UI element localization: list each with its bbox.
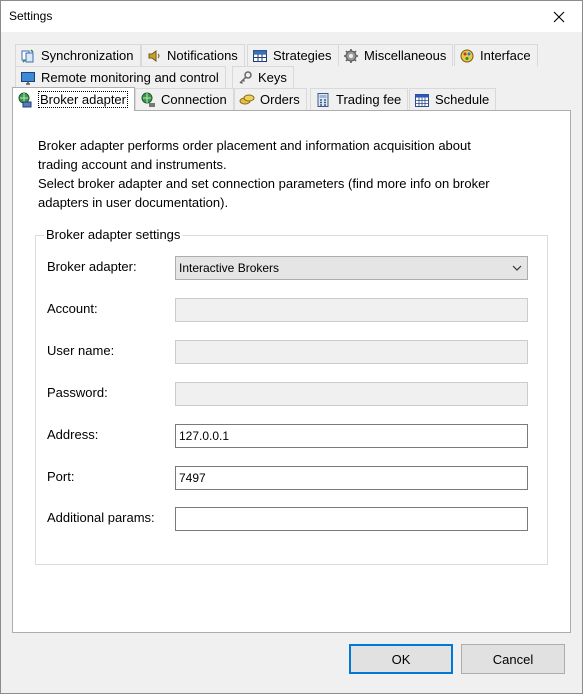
key-icon <box>239 70 252 84</box>
password-label: Password: <box>47 385 108 400</box>
tab-label: Synchronization <box>41 48 134 63</box>
tab-label: Schedule <box>435 92 490 107</box>
account-label: Account: <box>47 301 98 316</box>
broker-adapter-label: Broker adapter: <box>47 259 137 274</box>
tab-connection[interactable]: Connection <box>135 88 234 110</box>
description-line: trading account and instruments. <box>38 157 227 172</box>
description-line: adapters in user documentation). <box>38 195 229 210</box>
panel-description: Broker adapter performs order placement … <box>38 136 548 212</box>
tab-label: Miscellaneous <box>364 48 447 63</box>
calculator-icon <box>317 92 329 107</box>
tab-label: Keys <box>258 70 287 85</box>
tab-keys[interactable]: Keys <box>232 66 294 88</box>
group-title: Broker adapter settings <box>44 227 183 242</box>
tab-orders[interactable]: Orders <box>234 88 307 110</box>
tab-notifications[interactable]: Notifications <box>141 44 245 66</box>
tab-label: Trading fee <box>336 92 402 107</box>
additional-params-label: Additional params: <box>47 510 155 525</box>
chevron-down-icon <box>512 265 522 271</box>
additional-params-field[interactable] <box>175 507 528 531</box>
connection-icon <box>141 92 155 107</box>
cancel-button[interactable]: Cancel <box>461 644 565 674</box>
description-line: Broker adapter performs order placement … <box>38 138 471 153</box>
settings-window: Settings Synchronization Notifications S… <box>0 0 583 694</box>
ok-button[interactable]: OK <box>349 644 453 674</box>
monitor-icon <box>21 71 35 85</box>
gear-icon <box>344 48 358 63</box>
tab-label: Interface <box>480 48 531 63</box>
password-field[interactable] <box>175 382 528 406</box>
tab-label: Broker adapter <box>38 91 128 108</box>
tab-miscellaneous[interactable]: Miscellaneous <box>338 44 454 66</box>
close-icon <box>553 11 565 22</box>
broker-adapter-select[interactable]: Interactive Brokers <box>175 256 528 280</box>
close-button[interactable] <box>536 1 582 32</box>
account-field[interactable] <box>175 298 528 322</box>
port-label: Port: <box>47 469 75 484</box>
calendar-icon <box>415 93 429 107</box>
paint-icon <box>460 49 474 62</box>
window-title: Settings <box>9 9 53 23</box>
tab-interface[interactable]: Interface <box>454 44 538 66</box>
tab-label: Strategies <box>273 48 332 63</box>
tab-label: Orders <box>260 92 300 107</box>
grid-icon <box>253 49 267 62</box>
tab-synchronization[interactable]: Synchronization <box>15 44 141 66</box>
tab-strategies[interactable]: Strategies <box>247 44 339 66</box>
tab-remote-monitoring[interactable]: Remote monitoring and control <box>15 66 226 88</box>
address-label: Address: <box>47 427 99 442</box>
broker-icon <box>18 92 32 107</box>
description-line: Select broker adapter and set connection… <box>38 176 490 191</box>
sync-icon <box>21 48 34 63</box>
tab-label: Notifications <box>167 48 238 63</box>
broker-adapter-value: Interactive Brokers <box>179 261 280 275</box>
tab-trading-fee[interactable]: Trading fee <box>310 88 409 110</box>
address-field[interactable]: 127.0.0.1 <box>175 424 528 448</box>
tab-schedule[interactable]: Schedule <box>409 88 497 110</box>
speaker-icon <box>148 49 160 62</box>
tab-broker-adapter[interactable]: Broker adapter <box>12 87 135 111</box>
tab-label: Connection <box>161 92 227 107</box>
broker-adapter-panel: Broker adapter performs order placement … <box>12 110 571 633</box>
username-label: User name: <box>47 343 115 358</box>
port-field[interactable]: 7497 <box>175 466 528 490</box>
title-bar: Settings <box>1 1 582 32</box>
username-field[interactable] <box>175 340 528 364</box>
tab-label: Remote monitoring and control <box>41 70 219 85</box>
orders-icon <box>239 94 255 104</box>
